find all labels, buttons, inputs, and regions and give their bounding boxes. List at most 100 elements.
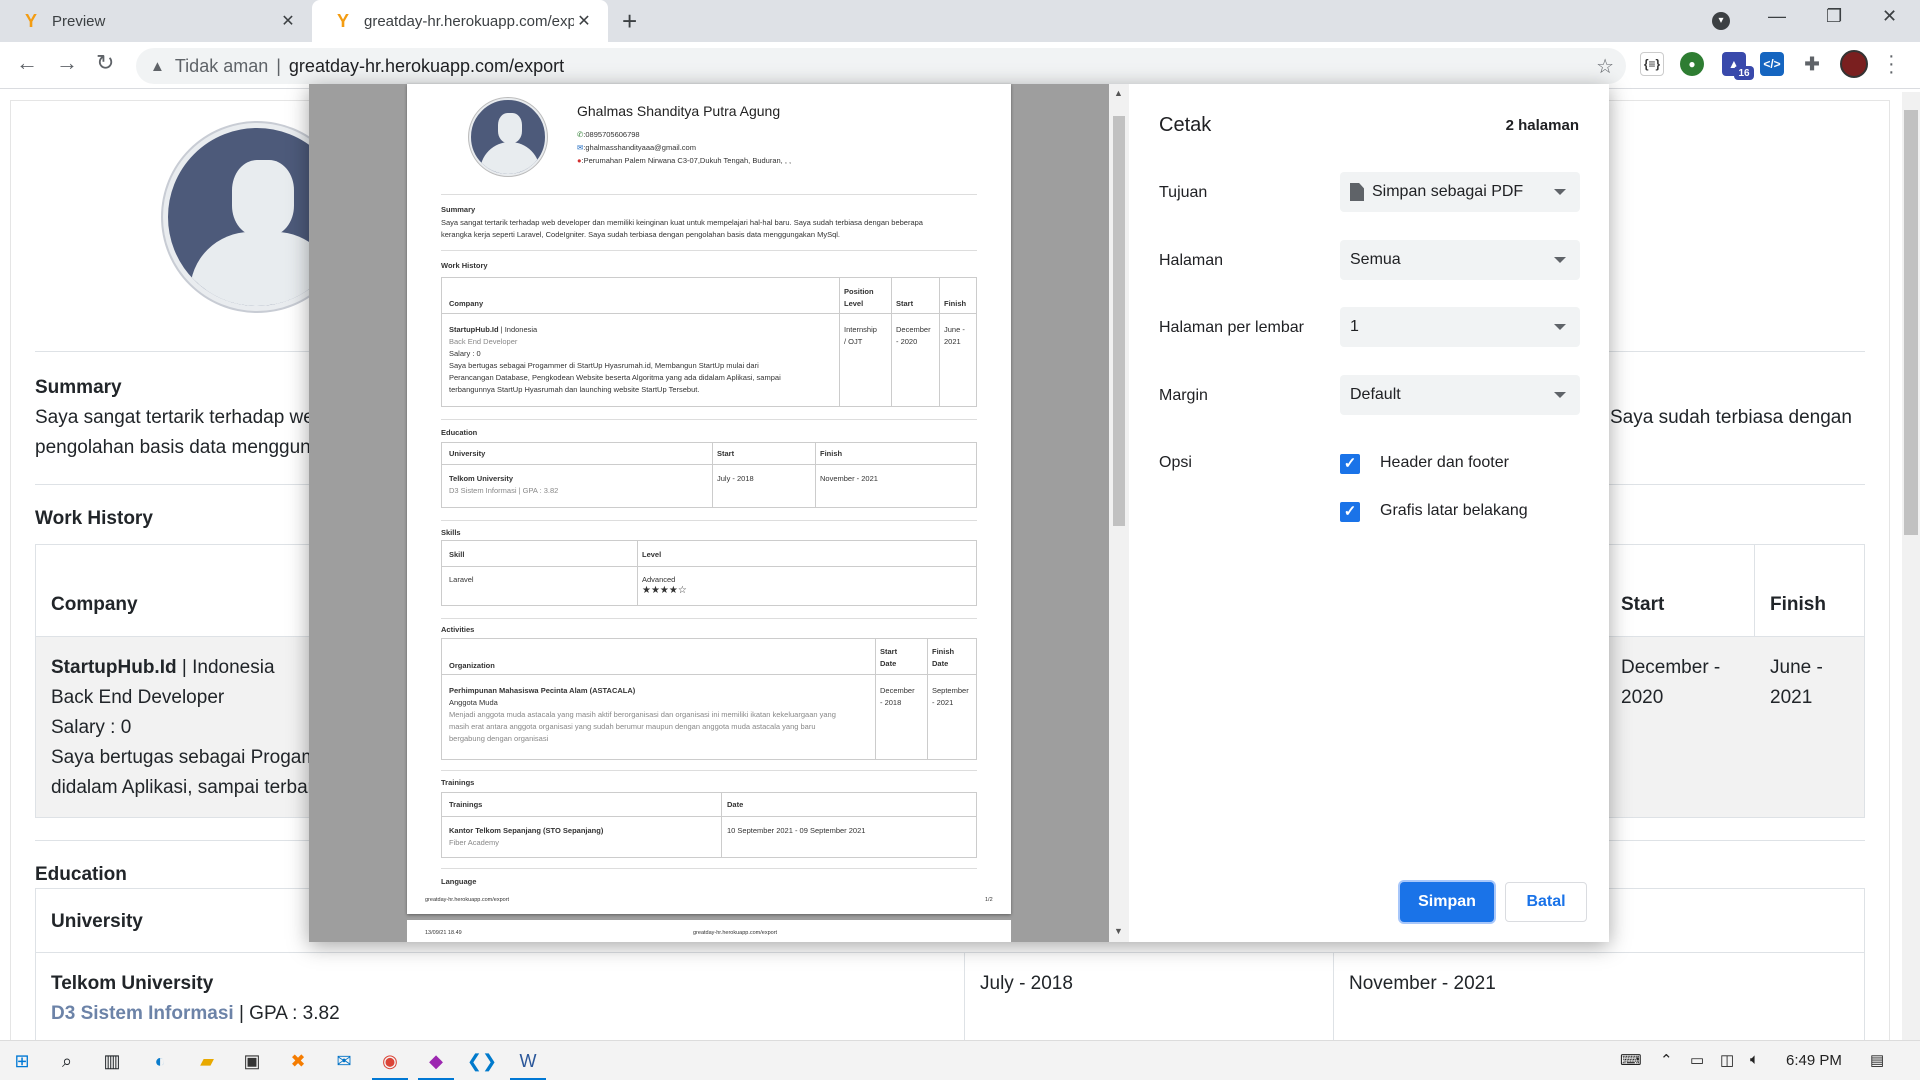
- preview-phone: ✆:0895705606798: [577, 130, 640, 139]
- preview-work-start-2: - 2020: [896, 337, 918, 346]
- tab-strip: Y Preview ✕ Y greatday-hr.herokuapp.com/…: [0, 0, 1920, 42]
- code-extension-icon[interactable]: </>: [1760, 52, 1784, 76]
- options-label: Opsi: [1159, 454, 1192, 471]
- warning-icon: ▲: [150, 57, 165, 75]
- preview-work-level-2: / OJT: [844, 337, 863, 346]
- file-explorer-icon[interactable]: ▰: [195, 1049, 219, 1073]
- preview-col-act-finish: Finish: [932, 647, 955, 656]
- xampp-icon[interactable]: ✖: [286, 1049, 310, 1073]
- tab-export[interactable]: Y greatday-hr.herokuapp.com/expo ✕: [312, 0, 608, 42]
- volume-icon[interactable]: 🔈︎: [1750, 1051, 1759, 1068]
- page-scrollbar-thumb[interactable]: [1904, 110, 1918, 535]
- store-icon[interactable]: ▣: [240, 1049, 264, 1073]
- start-year: 2020: [1621, 687, 1664, 708]
- preview-page-2: 13/09/21 18.49 greatday-hr.herokuapp.com…: [407, 920, 1011, 942]
- window-close-icon[interactable]: ✕: [1882, 6, 1897, 27]
- document-icon: [1350, 183, 1364, 201]
- print-dialog: Ghalmas Shanditya Putra Agung ✆:08957056…: [309, 84, 1609, 942]
- pages-per-sheet-select[interactable]: 1: [1340, 307, 1580, 347]
- column-header-company: Company: [51, 594, 138, 615]
- preview-work-salary: Salary : 0: [449, 349, 481, 358]
- preview-col-university: University: [449, 449, 486, 458]
- save-button[interactable]: Simpan: [1400, 882, 1494, 922]
- preview-col-edu-start: Start: [717, 449, 735, 458]
- scroll-up-icon[interactable]: ▲: [1114, 88, 1123, 98]
- preview-page2-date: 13/09/21 18.49: [425, 930, 462, 936]
- margin-select[interactable]: Default: [1340, 375, 1580, 415]
- pages-select[interactable]: Semua: [1340, 240, 1580, 280]
- forward-arrow-icon[interactable]: →: [56, 50, 78, 76]
- print-title: Cetak: [1159, 114, 1212, 136]
- greatday-y-icon: Y: [24, 10, 37, 31]
- chevron-down-icon: [1554, 324, 1566, 330]
- bookmark-star-icon[interactable]: ☆: [1596, 54, 1614, 79]
- address-bar[interactable]: ▲ Tidak aman | greatday-hr.herokuapp.com…: [136, 48, 1626, 84]
- chevron-up-icon[interactable]: ⌃: [1660, 1051, 1673, 1069]
- finish-month: June -: [1770, 657, 1823, 678]
- pages-per-sheet-value: 1: [1350, 318, 1359, 335]
- margin-value: Default: [1350, 386, 1401, 403]
- destination-value: Simpan sebagai PDF: [1372, 183, 1524, 200]
- background-graphics-checkbox[interactable]: ✓: [1340, 502, 1360, 522]
- notifications-icon[interactable]: ▤: [1870, 1051, 1884, 1069]
- preview-col-org: Organization: [449, 661, 495, 670]
- word-icon[interactable]: W: [510, 1049, 546, 1080]
- battery-icon[interactable]: ▭: [1690, 1051, 1704, 1069]
- not-secure-label: Tidak aman: [174, 55, 269, 76]
- kebab-menu-icon[interactable]: · · ·: [1888, 46, 1895, 82]
- puzzle-extensions-icon[interactable]: ✚: [1800, 52, 1824, 76]
- new-tab-plus-icon[interactable]: +: [622, 8, 637, 34]
- destination-select[interactable]: Simpan sebagai PDF: [1340, 172, 1580, 212]
- preview-page-1: Ghalmas Shanditya Putra Agung ✆:08957056…: [407, 84, 1011, 914]
- network-icon[interactable]: ◫: [1720, 1051, 1734, 1069]
- clock-time[interactable]: 6:49 PM: [1786, 1052, 1842, 1069]
- browser-toolbar: ← → ↻ ▲ Tidak aman | greatday-hr.herokua…: [0, 42, 1920, 89]
- scroll-down-icon[interactable]: ▼: [1114, 926, 1123, 936]
- sourcetree-icon[interactable]: ◆: [418, 1049, 454, 1080]
- cancel-button[interactable]: Batal: [1505, 882, 1587, 922]
- back-arrow-icon[interactable]: ←: [16, 50, 38, 76]
- input-indicator-icon[interactable]: ⌨: [1620, 1051, 1642, 1069]
- pages-value: Semua: [1350, 251, 1401, 268]
- preview-edu-heading: Education: [441, 428, 478, 437]
- pages-label: Halaman: [1159, 252, 1224, 269]
- restore-icon[interactable]: ❐: [1826, 6, 1842, 27]
- job-desc: Saya bertugas sebagai Progamr: [51, 747, 324, 768]
- preview-page2-url: greatday-hr.herokuapp.com/export: [693, 930, 778, 936]
- reload-icon[interactable]: ↻: [96, 50, 114, 76]
- vscode-icon[interactable]: ❮❯: [467, 1049, 497, 1073]
- print-settings-panel: Cetak 2 halaman Tujuan Simpan sebagai PD…: [1129, 84, 1609, 942]
- chrome-icon[interactable]: ◉: [372, 1049, 408, 1080]
- json-extension-icon[interactable]: {≡}: [1640, 52, 1664, 76]
- mail-icon[interactable]: ✉: [332, 1049, 356, 1073]
- preview-summary-text: Saya sangat tertarik terhadap web develo…: [441, 218, 923, 227]
- preview-scrollbar[interactable]: ▲ ▼: [1109, 84, 1129, 942]
- globe-extension-icon[interactable]: ●: [1680, 52, 1704, 76]
- summary-text-2: pengolahan basis data menggung: [35, 437, 322, 458]
- preview-col-level: Level: [844, 299, 864, 308]
- destination-label: Tujuan: [1159, 184, 1208, 201]
- header-footer-checkbox[interactable]: ✓: [1340, 454, 1360, 474]
- preview-edu-finish: November - 2021: [820, 474, 878, 483]
- search-icon[interactable]: ⌕: [55, 1049, 79, 1073]
- close-icon[interactable]: ✕: [574, 11, 594, 31]
- preview-work-desc-2: Perancangan Database, Pengkodean Website…: [449, 373, 781, 382]
- tab-search-icon[interactable]: ▾: [1712, 12, 1730, 30]
- edu-start: July - 2018: [980, 973, 1073, 994]
- minimize-icon[interactable]: —: [1768, 6, 1786, 27]
- address-separator: |: [276, 55, 281, 76]
- edge-icon[interactable]: ◐: [148, 1049, 172, 1073]
- task-view-icon[interactable]: ▥: [100, 1049, 124, 1073]
- close-icon[interactable]: ✕: [278, 11, 298, 31]
- profile-avatar[interactable]: [1840, 50, 1868, 78]
- background-graphics-label: Grafis latar belakang: [1380, 502, 1528, 519]
- education-heading: Education: [35, 864, 127, 885]
- preview-language-heading: Language: [441, 877, 477, 886]
- tab-preview[interactable]: Y Preview ✕: [0, 0, 312, 42]
- windows-start-icon[interactable]: ⊞: [10, 1049, 34, 1073]
- preview-trainings-heading: Trainings: [441, 778, 475, 787]
- column-header-start: Start: [1621, 594, 1665, 615]
- preview-col-edu-finish: Finish: [820, 449, 843, 458]
- preview-work-finish-2: 2021: [944, 337, 961, 346]
- preview-scrollbar-thumb[interactable]: [1113, 116, 1125, 526]
